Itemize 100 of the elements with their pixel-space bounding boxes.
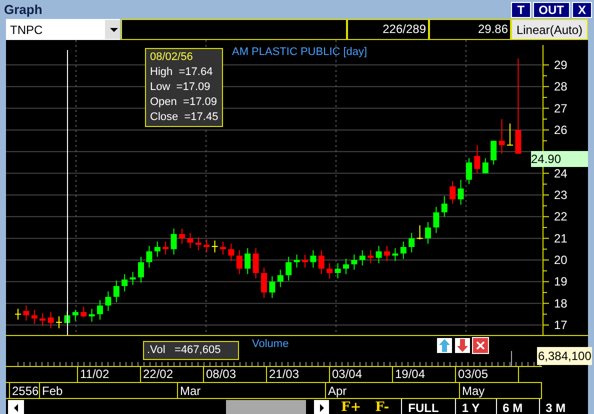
title-bar-button[interactable]: OUT — [532, 2, 570, 18]
candlestick — [368, 250, 374, 264]
tooltip-line: Open =17.09 — [150, 95, 218, 110]
candlestick — [326, 262, 333, 279]
candlestick — [40, 312, 46, 327]
close-icon[interactable] — [472, 337, 489, 354]
candlestick — [97, 300, 103, 320]
candlestick — [294, 254, 300, 268]
candlestick — [48, 312, 54, 329]
zoom-button[interactable]: 1 Y — [454, 398, 486, 414]
candlestick — [498, 118, 505, 154]
candlestick — [441, 196, 448, 218]
candlestick — [138, 256, 144, 284]
zoom-button[interactable]: 6 M — [496, 398, 529, 414]
date-label: 22/02 — [141, 367, 204, 382]
candlestick — [130, 271, 136, 286]
candlestick — [269, 276, 276, 298]
candlestick — [187, 232, 194, 249]
last-price-label: 24.90 — [531, 151, 588, 167]
candlestick — [450, 180, 456, 204]
month-label: Feb — [42, 384, 63, 398]
candlestick — [105, 290, 112, 312]
candlestick — [80, 306, 87, 318]
candlestick — [146, 245, 152, 268]
candlestick — [277, 269, 284, 288]
scale-button[interactable]: Linear(Auto) — [511, 19, 588, 40]
tooltip-date: 08/02/56 — [150, 50, 194, 65]
price-tick-label: 20 — [554, 253, 568, 267]
candlestick — [310, 250, 316, 268]
candlestick — [343, 258, 349, 275]
tooltip-line: High =17.64 — [150, 65, 214, 80]
arrow-up-icon[interactable] — [436, 337, 453, 354]
date-label: 19/04 — [393, 367, 456, 382]
volume-tooltip: .Vol =467,605 — [143, 341, 239, 360]
volume-max-label: 6,384,100 — [537, 347, 592, 365]
candlestick — [204, 238, 210, 253]
date-label: 21/03 — [267, 367, 330, 382]
price-tick-label: 21 — [554, 231, 568, 246]
zoom-button[interactable]: F+ — [339, 398, 364, 414]
price-readout: 29.86 — [429, 19, 511, 40]
window-title: Graph — [4, 0, 42, 19]
price-tick-label: 22 — [554, 210, 568, 224]
date-label: 11/02 — [78, 367, 141, 382]
candlestick — [318, 250, 324, 275]
candlestick — [302, 254, 308, 268]
candlestick — [286, 256, 292, 282]
price-tick-label: 26 — [554, 122, 568, 137]
zoom-button[interactable]: 3 M — [538, 398, 572, 414]
candlestick — [376, 245, 382, 264]
candlestick — [433, 206, 440, 234]
candlestick — [23, 305, 30, 322]
candlestick — [384, 245, 390, 262]
candlestick — [162, 241, 169, 256]
month-label: Apr — [328, 384, 347, 398]
volume-title: Volume — [252, 337, 289, 352]
candlestick — [122, 274, 128, 292]
candlestick — [179, 228, 185, 244]
arrow-down-icon[interactable] — [454, 337, 471, 354]
price-tick-label: 17 — [554, 318, 568, 332]
candlestick — [31, 309, 38, 324]
date-label: 08/03 — [204, 367, 267, 382]
candlestick — [458, 179, 464, 206]
candlestick — [466, 158, 472, 185]
candlestick — [220, 241, 226, 256]
date-label: 03/04 — [330, 367, 393, 382]
month-label: Mar — [180, 384, 201, 398]
title-bar-button[interactable]: T — [511, 2, 531, 18]
candlestick — [195, 236, 202, 251]
price-tick-label: 19 — [554, 274, 568, 289]
candlestick — [244, 248, 251, 275]
price-tick-label: 18 — [554, 296, 568, 310]
candlestick — [408, 232, 415, 253]
candlestick — [88, 308, 95, 322]
price-tick-label: 27 — [554, 101, 568, 116]
scroll-right-button[interactable] — [314, 400, 329, 414]
chart-title: AM PLASTIC PUBLIC [day] — [232, 45, 368, 60]
candlestick — [507, 122, 513, 146]
price-tick-label: 28 — [554, 80, 568, 94]
month-label: 2556 — [12, 384, 39, 398]
candlestick — [392, 248, 398, 262]
price-tick-label: 23 — [554, 188, 568, 202]
candlestick — [170, 228, 177, 256]
scroll-left-button[interactable] — [8, 400, 24, 414]
candlestick — [482, 158, 488, 174]
candlestick — [261, 267, 267, 298]
candlestick — [490, 140, 497, 166]
tooltip-line: Close =17.45 — [150, 110, 218, 125]
zoom-button[interactable]: FULL — [401, 398, 445, 414]
candlestick — [416, 224, 423, 240]
symbol-dropdown[interactable]: TNPC — [6, 19, 120, 40]
candlestick — [228, 243, 234, 262]
position-readout: 226/289 — [347, 19, 429, 40]
candlestick — [154, 241, 160, 258]
zoom-button[interactable]: F- — [373, 398, 392, 414]
title-bar-button[interactable]: X — [572, 2, 592, 18]
price-tick-label: 24 — [554, 166, 568, 180]
candlestick — [359, 250, 366, 266]
scrollbar-thumb[interactable] — [226, 400, 306, 414]
candlestick — [474, 144, 480, 174]
price-tick-label: 29 — [554, 58, 568, 72]
